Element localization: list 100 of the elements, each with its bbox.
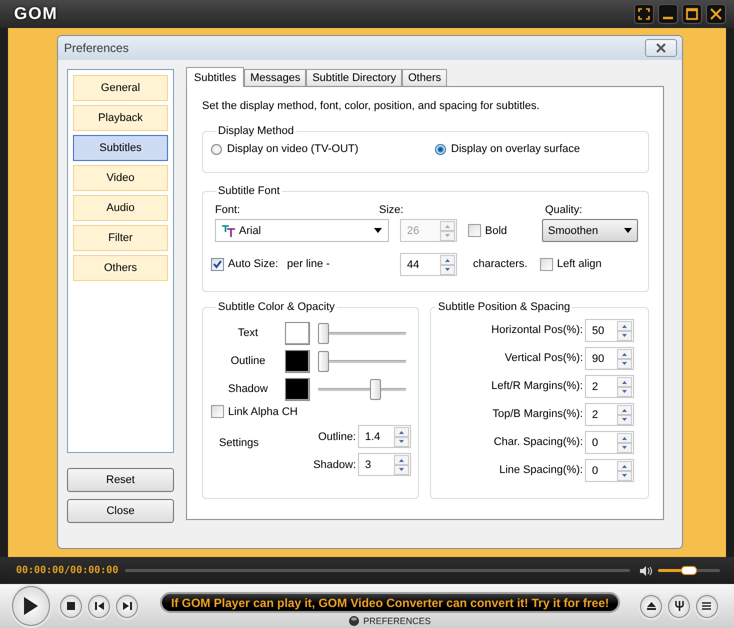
close-icon[interactable] — [706, 4, 726, 24]
spinner-arrows-icon — [440, 221, 455, 241]
slider-thumb[interactable] — [318, 322, 329, 344]
reset-button[interactable]: Reset — [67, 468, 174, 492]
radio-label: Display on overlay surface — [451, 143, 580, 155]
previous-icon — [94, 602, 104, 610]
tab[interactable]: Others — [402, 69, 448, 86]
radio-button[interactable] — [435, 144, 446, 154]
category-item[interactable]: Video — [73, 165, 168, 191]
spinner-arrows-icon — [394, 455, 409, 475]
checkbox[interactable] — [540, 258, 553, 270]
characters-label: characters. — [473, 258, 528, 270]
next-icon — [122, 602, 132, 610]
number-field[interactable]: 90 — [585, 346, 634, 370]
checkbox-label: Auto Size: — [228, 258, 278, 270]
per-line-field[interactable]: 44 — [400, 252, 457, 276]
font-dropdown[interactable]: Arial — [215, 219, 389, 242]
quality-dropdown[interactable]: Smoothen — [542, 219, 638, 242]
color-swatch[interactable] — [285, 322, 310, 344]
field-label: Line Spacing(%): — [499, 464, 583, 476]
spinner-arrows-icon — [617, 348, 632, 368]
checkbox-label: Left align — [557, 258, 602, 270]
number-field[interactable]: 50 — [585, 318, 634, 342]
color-label: Outline — [230, 355, 266, 367]
eject-icon — [646, 602, 656, 610]
tab[interactable]: Subtitles — [186, 67, 244, 87]
group-title: Subtitle Position & Spacing — [437, 301, 572, 313]
field-label: Vertical Pos(%): — [504, 352, 583, 364]
app-logo: GOM — [14, 4, 58, 24]
number-field[interactable]: 3 — [358, 453, 411, 476]
spinner-arrows-icon — [617, 320, 632, 340]
maximize-icon[interactable] — [682, 4, 702, 24]
menu-button[interactable] — [696, 594, 718, 618]
previous-button[interactable] — [88, 594, 110, 618]
fork-icon — [674, 601, 684, 611]
category-item[interactable]: Others — [73, 255, 168, 281]
category-item[interactable]: Filter — [73, 225, 168, 251]
close-button[interactable]: Close — [67, 499, 174, 523]
marquee-banner[interactable]: If GOM Player can play it, GOM Video Converter can convert it! Try it for free! — [160, 592, 620, 613]
color-swatch[interactable] — [285, 350, 310, 372]
checkbox-label: Bold — [485, 224, 508, 236]
field-label: Char. Spacing(%): — [494, 436, 583, 448]
description-text: Set the display method, font, color, position, and spacing for subtitles. — [202, 100, 541, 112]
group-title: Subtitle Color & Opacity — [217, 301, 336, 313]
fullscreen-icon[interactable] — [634, 4, 654, 24]
number-field[interactable]: 0 — [585, 430, 634, 454]
category-item[interactable]: Playback — [73, 105, 168, 131]
per-line-label: per line - — [287, 258, 331, 270]
category-item[interactable]: General — [73, 75, 168, 101]
field-label: Shadow: — [313, 458, 356, 470]
stop-icon — [67, 602, 76, 610]
category-item[interactable]: Subtitles — [73, 135, 168, 161]
play-icon — [24, 597, 38, 615]
stop-button[interactable] — [60, 594, 82, 618]
spinner-arrows-icon — [617, 376, 632, 396]
control-panel-button[interactable] — [668, 594, 690, 618]
checkbox[interactable] — [211, 405, 224, 418]
next-button[interactable] — [116, 594, 138, 618]
tab[interactable]: Messages — [244, 69, 306, 86]
caret-icon — [624, 228, 632, 233]
tab[interactable]: Subtitle Directory — [306, 69, 402, 86]
radio-button[interactable] — [211, 144, 222, 154]
spinner-arrows-icon — [440, 254, 455, 274]
font-type-icon — [222, 224, 235, 236]
color-swatch[interactable] — [285, 378, 310, 400]
checkbox[interactable] — [468, 224, 481, 237]
number-field[interactable]: 2 — [585, 402, 634, 426]
close-icon — [655, 43, 667, 53]
field-label: Top/B Margins(%): — [492, 408, 583, 420]
play-button[interactable] — [12, 586, 50, 626]
group-title: Display Method — [217, 125, 295, 137]
caret-icon — [374, 228, 382, 233]
checkbox[interactable] — [211, 258, 224, 270]
number-field[interactable]: 0 — [585, 458, 634, 482]
slider-thumb[interactable] — [370, 378, 382, 400]
size-label: Size: — [379, 204, 404, 216]
volume-slider[interactable] — [658, 569, 720, 572]
dialog-title: Preferences — [64, 41, 129, 55]
minimize-icon[interactable] — [658, 4, 678, 24]
spinner-arrows-icon — [617, 404, 632, 424]
spinner-arrows-icon — [617, 460, 632, 480]
quality-label: Quality: — [545, 204, 582, 216]
menu-icon — [702, 602, 712, 610]
volume-thumb[interactable] — [681, 566, 697, 575]
field-label: Horizontal Pos(%): — [491, 324, 583, 336]
number-field[interactable]: 1.4 — [358, 425, 411, 448]
dialog-close-button[interactable] — [645, 39, 677, 57]
field-label: Left/R Margins(%): — [491, 380, 583, 392]
spinner-arrows-icon — [394, 427, 409, 447]
category-item[interactable]: Audio — [73, 195, 168, 221]
checkbox-label: Link Alpha CH — [228, 406, 298, 418]
status-orb-icon — [349, 616, 360, 626]
volume-icon[interactable] — [640, 566, 652, 576]
eject-button[interactable] — [640, 594, 662, 618]
number-field[interactable]: 2 — [585, 374, 634, 398]
status-text: PREFERENCES — [363, 616, 431, 626]
slider-thumb[interactable] — [318, 350, 329, 372]
field-label: Outline: — [318, 430, 356, 442]
color-label: Shadow — [227, 383, 269, 395]
spinner-arrows-icon — [617, 432, 632, 452]
